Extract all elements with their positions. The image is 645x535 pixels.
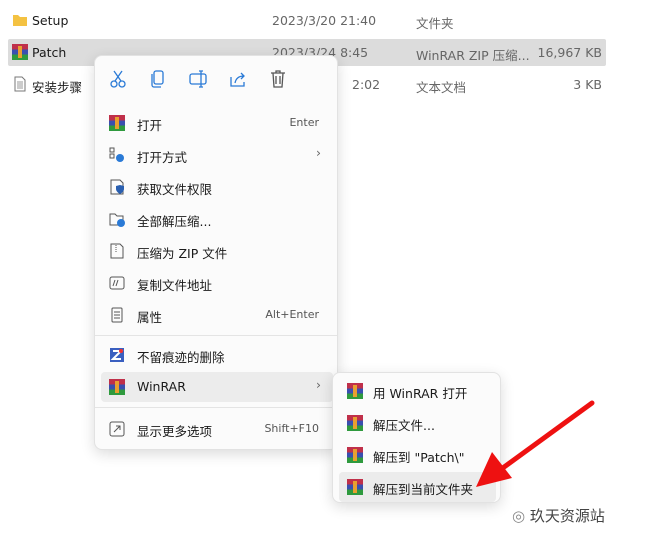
wechat-icon: ◎ [512,507,530,525]
red-arrow-annotation [476,400,595,487]
watermark: ◎ 玖天资源站 [512,507,605,525]
